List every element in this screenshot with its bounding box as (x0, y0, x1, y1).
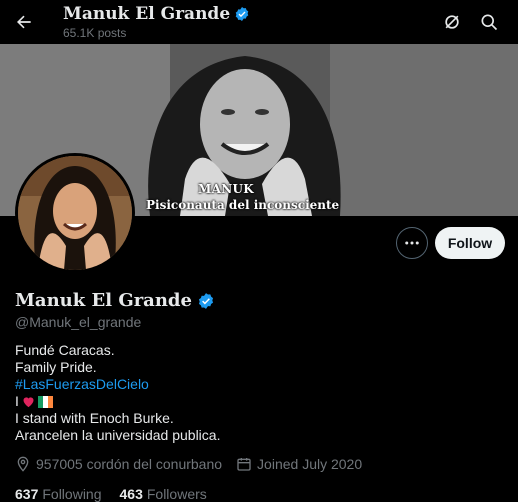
bio-line: Arancelen la universidad publica. (15, 427, 221, 443)
location-item: 957005 cordón del conurbano (15, 456, 222, 472)
bio-line: I (15, 393, 19, 409)
profile-name-row: Manuk El Grande (15, 290, 215, 311)
irish-flag-icon (37, 395, 53, 408)
search-button[interactable] (477, 10, 501, 34)
more-icon (405, 241, 419, 245)
bio-line: I stand with Enoch Burke. (15, 410, 174, 426)
joined-text: Joined July 2020 (257, 456, 363, 472)
bio-line: Family Pride. (15, 359, 97, 375)
header-name: Manuk El Grande (63, 4, 231, 24)
more-button[interactable] (396, 227, 428, 259)
grok-icon (445, 15, 459, 29)
location-text: 957005 cordón del conurbano (36, 456, 223, 472)
avatar[interactable] (15, 153, 135, 273)
search-icon (481, 14, 498, 31)
profile-name: Manuk El Grande (15, 290, 192, 311)
top-bar: Manuk El Grande 65.1K posts (0, 0, 518, 44)
verified-icon (235, 7, 249, 21)
header-posts-count: 65.1K posts (63, 26, 127, 40)
banner-caption-subtitle: Pisiconauta del inconsciente (146, 198, 340, 212)
grok-button[interactable] (440, 10, 464, 34)
follow-button[interactable]: Follow (435, 227, 505, 259)
profile-meta: 957005 cordón del conurbano Joined July … (15, 456, 376, 472)
profile-handle: @Manuk_el_grande (15, 314, 142, 330)
heart-icon (23, 397, 34, 408)
avatar-photo (18, 156, 132, 270)
header-name-row: Manuk El Grande (63, 4, 250, 24)
banner-caption-title: MANUK (198, 182, 254, 196)
location-icon (17, 456, 29, 472)
verified-icon (198, 292, 214, 309)
bio-line: Fundé Caracas. (15, 342, 115, 358)
bio-hashtag-link[interactable]: #LasFuerzasDelCielo (15, 376, 149, 392)
profile-bio: Fundé Caracas. Family Pride. #LasFuerzas… (15, 342, 220, 444)
back-button[interactable] (10, 8, 38, 36)
calendar-icon (237, 458, 251, 471)
joined-item: Joined July 2020 (236, 456, 362, 472)
back-arrow-icon (17, 15, 31, 29)
